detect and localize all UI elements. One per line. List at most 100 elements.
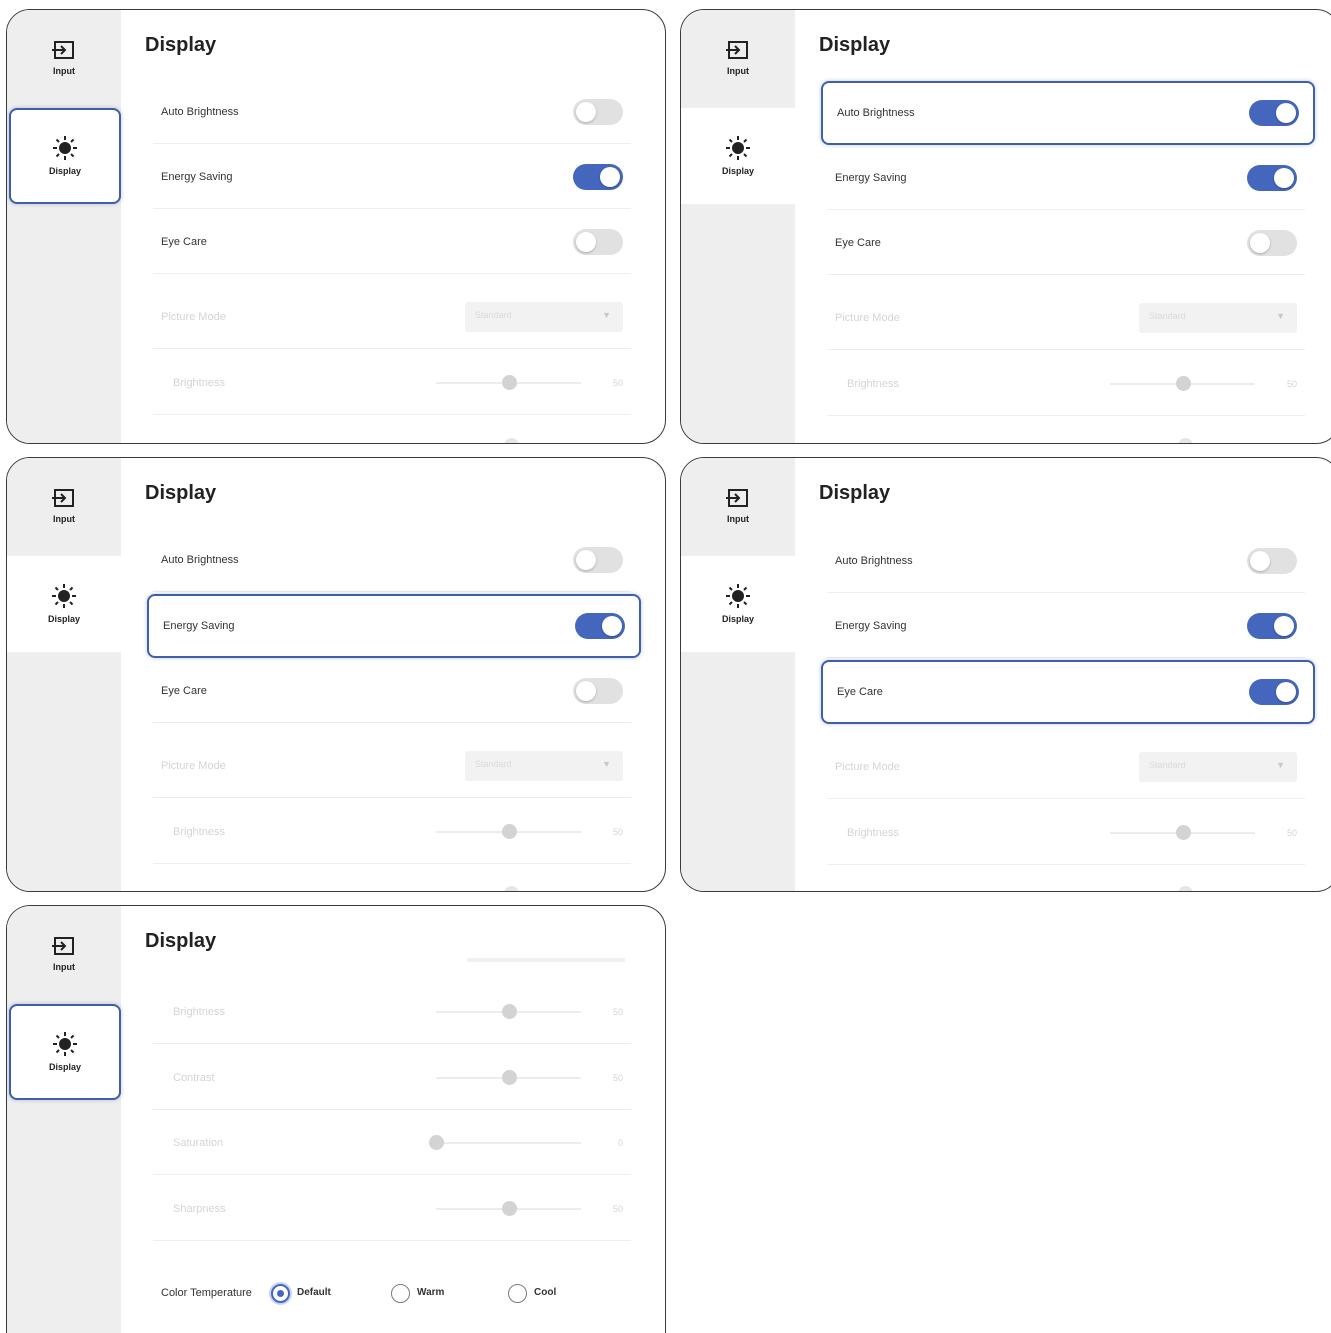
sidebar-item-label: Display bbox=[48, 166, 81, 176]
picture-mode-row: Picture Mode Standard ▼ bbox=[827, 286, 1305, 350]
input-icon bbox=[51, 936, 77, 956]
sidebar-item-input[interactable]: Input bbox=[7, 10, 121, 106]
eye-care-label: Eye Care bbox=[161, 684, 207, 697]
eye-care-row[interactable]: Eye Care bbox=[153, 210, 631, 274]
eye-care-label: Eye Care bbox=[835, 236, 881, 249]
saturation-value: 0 bbox=[617, 1137, 623, 1148]
picture-mode-row: Picture Mode Standard ▼ bbox=[827, 735, 1305, 799]
auto-brightness-label: Auto Brightness bbox=[837, 107, 915, 119]
auto-brightness-row[interactable]: Auto Brightness bbox=[153, 80, 631, 144]
page-title: Display bbox=[145, 930, 217, 952]
color-temperature-label: Color Temperature bbox=[161, 1287, 252, 1299]
radio-label: Warm bbox=[417, 1287, 445, 1298]
sidebar-item-display[interactable]: Display bbox=[681, 108, 795, 204]
sidebar-item-label: Input bbox=[727, 514, 749, 524]
eye-care-toggle[interactable] bbox=[573, 677, 623, 704]
saturation-label: Saturation bbox=[173, 1136, 224, 1149]
picture-mode-label: Picture Mode bbox=[161, 759, 226, 772]
brightness-value: 50 bbox=[612, 826, 623, 837]
sidebar: Input Display bbox=[681, 458, 795, 891]
picture-mode-dropdown: Standard ▼ bbox=[1139, 751, 1297, 782]
auto-brightness-toggle[interactable] bbox=[1249, 100, 1299, 126]
input-icon bbox=[725, 40, 751, 60]
sidebar-item-display[interactable]: Display bbox=[7, 556, 121, 652]
slider-thumb bbox=[1178, 886, 1193, 891]
eye-care-row[interactable]: Eye Care bbox=[821, 660, 1315, 724]
brightness-label: Brightness bbox=[173, 1005, 225, 1018]
brightness-slider bbox=[1110, 375, 1255, 392]
sidebar-item-display[interactable]: Display bbox=[681, 556, 795, 652]
contrast-value: 50 bbox=[612, 1072, 623, 1083]
picture-mode-label: Picture Mode bbox=[835, 760, 900, 773]
picture-mode-value: Standard bbox=[1149, 759, 1186, 770]
sun-icon bbox=[53, 136, 77, 160]
picture-mode-label: Picture Mode bbox=[161, 310, 226, 323]
sun-icon bbox=[52, 584, 76, 608]
auto-brightness-toggle[interactable] bbox=[1247, 547, 1297, 574]
eye-care-toggle[interactable] bbox=[1247, 229, 1297, 256]
settings-panel-5: Input Display Display Brightness 50 Cont… bbox=[6, 905, 666, 1333]
brightness-value: 50 bbox=[1286, 827, 1297, 838]
color-temperature-group: Color Temperature Default Warm Cool bbox=[153, 1282, 633, 1306]
auto-brightness-row[interactable]: Auto Brightness bbox=[827, 529, 1305, 593]
energy-saving-toggle[interactable] bbox=[1247, 164, 1297, 191]
energy-saving-row[interactable]: Energy Saving bbox=[827, 594, 1305, 658]
auto-brightness-row[interactable]: Auto Brightness bbox=[153, 528, 631, 592]
sidebar-item-input[interactable]: Input bbox=[7, 458, 121, 554]
contrast-row: Contrast 50 bbox=[153, 1046, 631, 1110]
sidebar-item-display[interactable]: Display bbox=[9, 108, 121, 204]
energy-saving-toggle[interactable] bbox=[1247, 612, 1297, 639]
input-icon bbox=[51, 40, 77, 60]
auto-brightness-toggle[interactable] bbox=[573, 546, 623, 573]
energy-saving-row[interactable]: Energy Saving bbox=[827, 146, 1305, 210]
slider-thumb bbox=[1178, 438, 1193, 443]
picture-mode-label: Picture Mode bbox=[835, 311, 900, 324]
sidebar-item-input[interactable]: Input bbox=[681, 458, 795, 554]
sidebar-item-input[interactable]: Input bbox=[7, 906, 121, 1002]
sidebar-item-label: Input bbox=[727, 66, 749, 76]
auto-brightness-toggle[interactable] bbox=[573, 98, 623, 125]
eye-care-row[interactable]: Eye Care bbox=[153, 659, 631, 723]
brightness-slider bbox=[436, 374, 581, 391]
radio-empty-icon bbox=[508, 1284, 527, 1303]
page-title: Display bbox=[145, 482, 217, 504]
sharpness-slider bbox=[436, 1200, 581, 1217]
brightness-row: Brightness 50 bbox=[153, 800, 631, 864]
energy-saving-label: Energy Saving bbox=[161, 170, 233, 183]
sidebar-item-display[interactable]: Display bbox=[9, 1004, 121, 1100]
radio-label: Cool bbox=[534, 1287, 557, 1298]
picture-mode-value: Standard bbox=[1149, 310, 1186, 321]
energy-saving-row[interactable]: Energy Saving bbox=[147, 594, 641, 658]
energy-saving-toggle[interactable] bbox=[573, 163, 623, 190]
page-title: Display bbox=[819, 482, 891, 504]
brightness-label: Brightness bbox=[847, 826, 899, 839]
energy-saving-label: Energy Saving bbox=[835, 171, 907, 184]
brightness-row: Brightness 50 bbox=[827, 352, 1305, 416]
sidebar-item-label: Input bbox=[53, 514, 75, 524]
eye-care-label: Eye Care bbox=[837, 686, 883, 698]
contrast-slider bbox=[436, 1069, 581, 1086]
eye-care-toggle[interactable] bbox=[573, 228, 623, 255]
sharpness-label: Sharpness bbox=[173, 1202, 226, 1215]
sidebar-item-input[interactable]: Input bbox=[681, 10, 795, 106]
sun-icon bbox=[726, 584, 750, 608]
brightness-row: Brightness 50 bbox=[153, 980, 631, 1044]
sidebar-item-label: Input bbox=[53, 66, 75, 76]
eye-care-row[interactable]: Eye Care bbox=[827, 211, 1305, 275]
energy-saving-toggle[interactable] bbox=[575, 613, 625, 639]
saturation-row: Saturation 0 bbox=[153, 1111, 631, 1175]
radio-empty-icon bbox=[391, 1284, 410, 1303]
eye-care-toggle[interactable] bbox=[1249, 679, 1299, 705]
settings-panel-3: Input Display Display Auto Brightness En… bbox=[6, 457, 666, 892]
eye-care-label: Eye Care bbox=[161, 235, 207, 248]
display-settings: Display Auto Brightness Energy Saving Ey… bbox=[795, 10, 1331, 443]
input-icon bbox=[51, 488, 77, 508]
brightness-slider bbox=[436, 1003, 581, 1020]
chevron-down-icon: ▼ bbox=[602, 758, 611, 769]
energy-saving-row[interactable]: Energy Saving bbox=[153, 145, 631, 209]
chevron-down-icon: ▼ bbox=[1276, 310, 1285, 321]
auto-brightness-row[interactable]: Auto Brightness bbox=[821, 81, 1315, 145]
chevron-down-icon: ▼ bbox=[602, 309, 611, 320]
auto-brightness-label: Auto Brightness bbox=[161, 105, 239, 118]
radio-label: Default bbox=[297, 1287, 331, 1298]
